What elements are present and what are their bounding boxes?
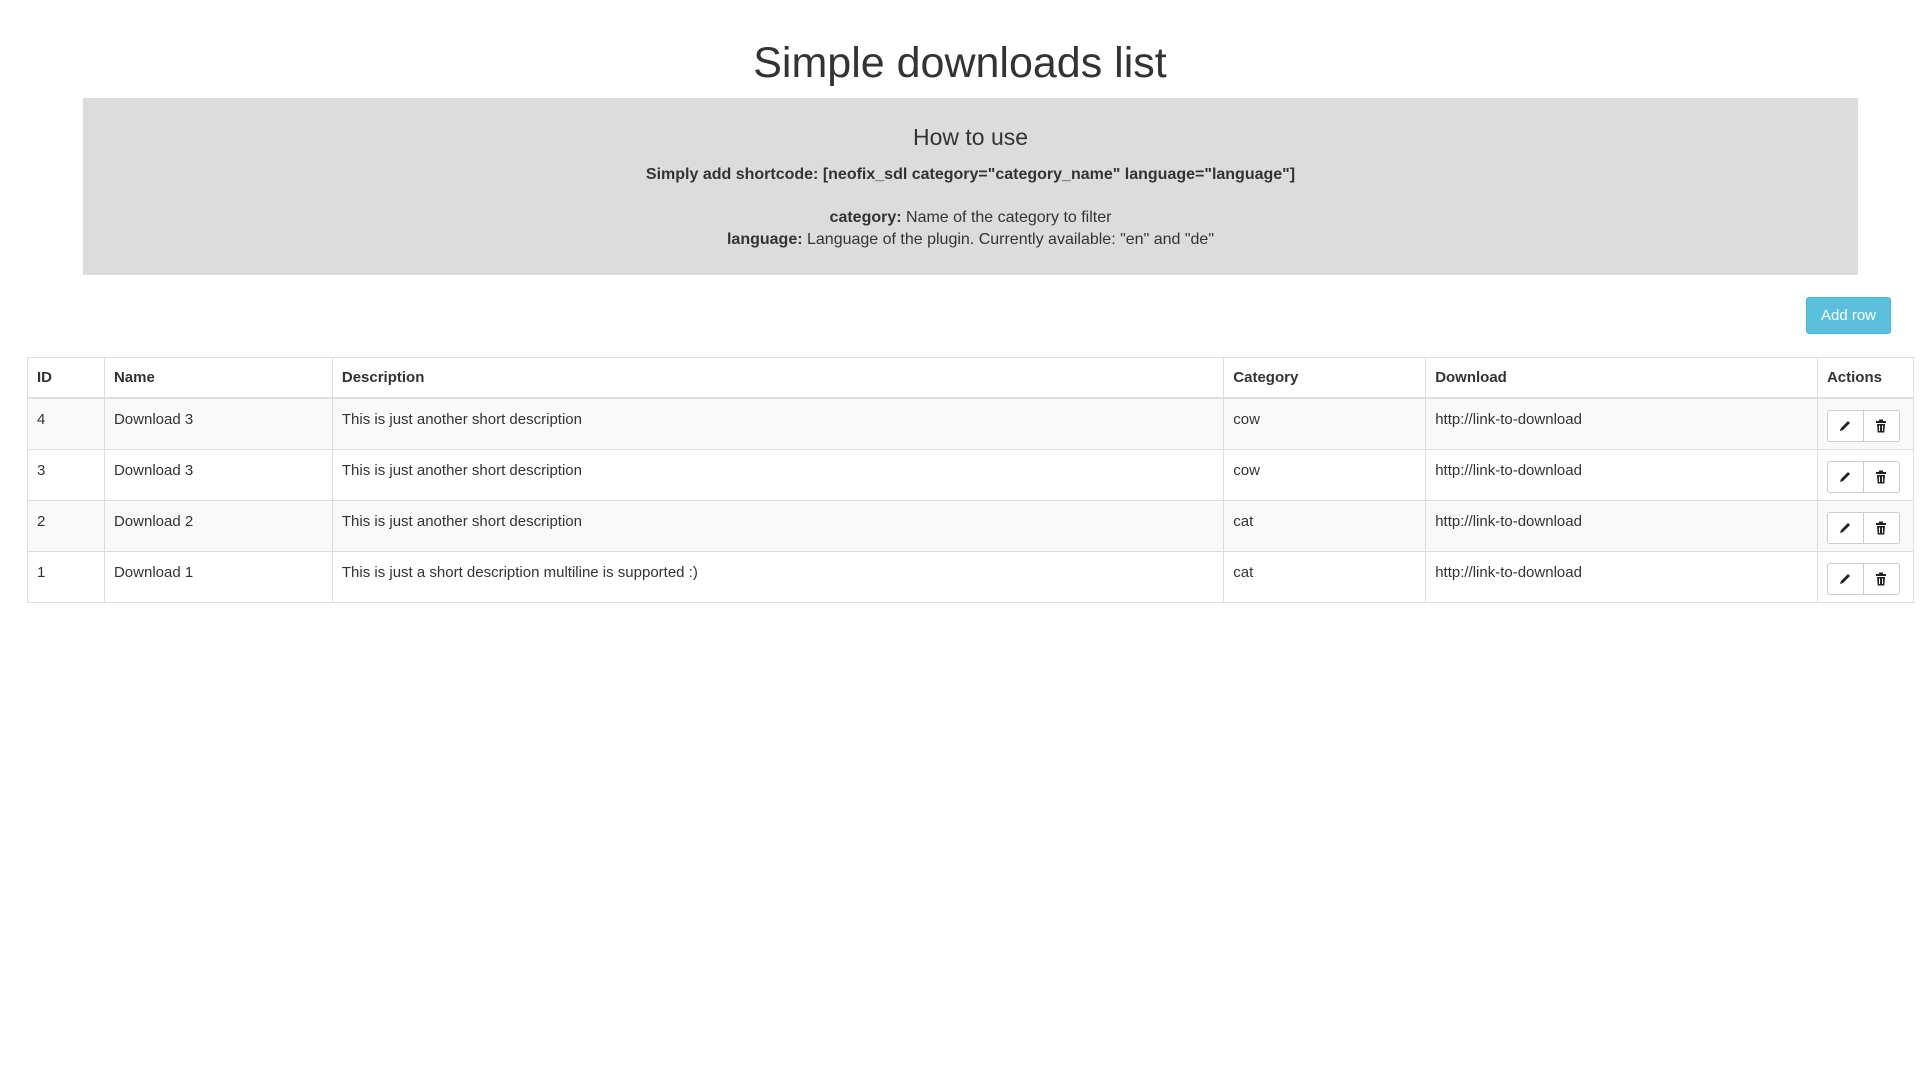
trash-icon: [1876, 521, 1887, 534]
cell-actions: [1816, 397, 1915, 450]
cell-description: This is just another short description: [331, 397, 1225, 450]
column-header-category: Category: [1223, 357, 1427, 399]
cell-category: cat: [1223, 499, 1427, 552]
cell-download: http://link-to-download: [1425, 397, 1818, 450]
cell-download: http://link-to-download: [1425, 499, 1818, 552]
cell-actions: [1816, 499, 1915, 552]
cell-name: Download 3: [103, 397, 333, 450]
add-row-button[interactable]: Add row: [1806, 297, 1891, 334]
row-actions: [1826, 410, 1900, 442]
param-language-name: language:: [726, 231, 803, 248]
downloads-table: ID Name Description Category Download Ac…: [27, 357, 1915, 603]
row-actions: [1826, 460, 1900, 493]
page-title: Simple downloads list: [753, 39, 1167, 87]
table-row: 1 Download 1 This is just a short descri…: [27, 550, 1915, 603]
trash-icon: [1876, 419, 1887, 433]
edit-button[interactable]: [1826, 460, 1864, 493]
edit-button[interactable]: [1826, 511, 1864, 544]
cell-description: This is just another short description: [331, 448, 1225, 501]
table-row: 4 Download 3 This is just another short …: [27, 397, 1915, 450]
delete-button[interactable]: [1862, 410, 1900, 442]
cell-actions: [1816, 448, 1915, 501]
column-header-actions: Actions: [1816, 357, 1915, 399]
how-to-use-panel: How to use Simply add shortcode: [neofix…: [83, 98, 1858, 275]
pencil-icon: [1840, 471, 1851, 482]
param-language: language: Language of the plugin. Curren…: [83, 229, 1858, 251]
cell-category: cow: [1223, 397, 1427, 450]
cell-category: cat: [1223, 550, 1427, 603]
cell-description: This is just a short description multili…: [331, 550, 1225, 603]
cell-actions: [1816, 550, 1915, 603]
cell-id: 3: [27, 448, 105, 501]
how-to-use-heading: How to use: [912, 124, 1029, 150]
edit-button[interactable]: [1826, 562, 1864, 595]
row-actions: [1826, 511, 1900, 544]
column-header-id: ID: [27, 357, 105, 399]
trash-icon: [1876, 572, 1887, 585]
param-category-text: Name of the category to filter: [901, 209, 1112, 226]
cell-category: cow: [1223, 448, 1427, 501]
cell-id: 2: [27, 499, 105, 552]
edit-button[interactable]: [1826, 410, 1864, 442]
table-header-row: ID Name Description Category Download Ac…: [27, 357, 1915, 399]
pencil-icon: [1840, 522, 1851, 533]
cell-name: Download 1: [103, 550, 333, 603]
pencil-icon: [1840, 421, 1851, 431]
trash-icon: [1876, 470, 1887, 483]
column-header-name: Name: [103, 357, 333, 399]
column-header-download: Download: [1425, 357, 1818, 399]
row-actions: [1826, 562, 1900, 595]
pencil-icon: [1840, 573, 1851, 584]
cell-download: http://link-to-download: [1425, 550, 1818, 603]
shortcode-instructions: Simply add shortcode: [neofix_sdl catego…: [645, 166, 1296, 183]
cell-name: Download 2: [103, 499, 333, 552]
cell-name: Download 3: [103, 448, 333, 501]
column-header-description: Description: [331, 357, 1225, 399]
cell-id: 4: [27, 397, 105, 450]
table-row: 3 Download 3 This is just another short …: [27, 448, 1915, 501]
delete-button[interactable]: [1862, 511, 1900, 544]
param-category: category: Name of the category to filter: [83, 207, 1858, 229]
param-language-text: Language of the plugin. Currently availa…: [802, 231, 1214, 248]
cell-download: http://link-to-download: [1425, 448, 1818, 501]
cell-id: 1: [27, 550, 105, 603]
table-row: 2 Download 2 This is just another short …: [27, 499, 1915, 552]
cell-description: This is just another short description: [331, 499, 1225, 552]
delete-button[interactable]: [1862, 460, 1900, 493]
param-category-name: category:: [829, 209, 902, 226]
delete-button[interactable]: [1862, 562, 1900, 595]
